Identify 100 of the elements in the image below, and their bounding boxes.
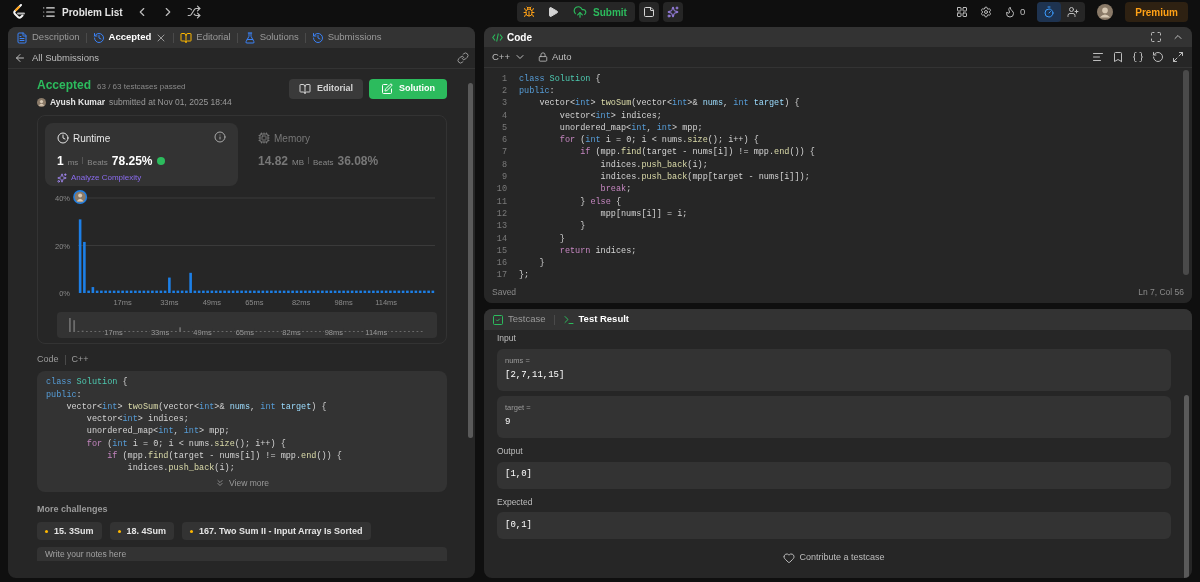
chart-bar[interactable] xyxy=(117,290,120,293)
chart-bar[interactable] xyxy=(325,290,328,293)
panel-tab[interactable]: Submissions xyxy=(311,30,382,45)
shuffle-icon[interactable] xyxy=(186,5,201,19)
info-icon[interactable] xyxy=(214,130,226,143)
chart-bar[interactable] xyxy=(372,290,375,293)
chart-bar[interactable] xyxy=(176,290,180,293)
settings-icon[interactable] xyxy=(979,6,992,18)
chart-bar[interactable] xyxy=(189,272,192,293)
chart-bar[interactable] xyxy=(202,290,205,293)
panel-tab[interactable]: Test Result xyxy=(562,312,629,327)
panel-tab[interactable]: Solutions xyxy=(243,30,299,45)
chart-bar[interactable] xyxy=(423,290,426,293)
chart-bar[interactable] xyxy=(414,290,418,293)
fullscreen-icon[interactable] xyxy=(1150,31,1162,44)
chart-bar[interactable] xyxy=(406,290,409,293)
chart-bar[interactable] xyxy=(87,290,90,293)
chart-bar[interactable] xyxy=(100,290,103,293)
chart-bar[interactable] xyxy=(282,290,286,293)
scrollbar-thumb[interactable] xyxy=(1184,395,1189,578)
braces-icon[interactable] xyxy=(1132,51,1144,63)
chart-bar[interactable] xyxy=(346,290,350,293)
ai-button[interactable] xyxy=(662,2,683,22)
chart-bar[interactable] xyxy=(287,290,290,293)
chart-bar[interactable] xyxy=(104,290,107,293)
expand-icon[interactable] xyxy=(1172,51,1184,63)
chart-bar[interactable] xyxy=(244,290,248,293)
reset-icon[interactable] xyxy=(1152,51,1164,63)
editorial-button[interactable]: Editorial xyxy=(289,79,363,99)
chart-bar[interactable] xyxy=(236,290,239,293)
format-icon[interactable] xyxy=(1092,51,1104,63)
chart-bar[interactable] xyxy=(180,290,184,293)
link-icon[interactable] xyxy=(457,52,469,64)
chart-bar[interactable] xyxy=(121,290,124,293)
chart-bar[interactable] xyxy=(206,290,209,293)
memory-card[interactable]: Memory 14.82 MB Beats 36.08% xyxy=(246,122,439,186)
chart-bar[interactable] xyxy=(108,290,112,293)
layout-icon[interactable] xyxy=(955,6,968,18)
chart-bar[interactable] xyxy=(342,290,345,293)
chart-bar[interactable] xyxy=(151,290,154,293)
chart-bar[interactable] xyxy=(410,290,413,293)
chart-bar[interactable] xyxy=(389,290,392,293)
panel-tab[interactable]: Description xyxy=(16,30,80,45)
chart-bar[interactable] xyxy=(112,290,116,293)
chart-bar[interactable] xyxy=(291,290,294,293)
chart-bar[interactable] xyxy=(270,290,273,293)
chart-bar[interactable] xyxy=(91,286,95,293)
chart-bar[interactable] xyxy=(125,290,129,293)
chart-bar[interactable] xyxy=(253,290,256,293)
panel-tab[interactable]: Accepted xyxy=(92,30,168,45)
chart-bar[interactable] xyxy=(248,290,252,293)
chart-bar[interactable] xyxy=(210,290,214,293)
runtime-card[interactable]: Runtime 1 ms Beats 78.25% Analyze Complexity xyxy=(45,122,238,186)
chart-bar[interactable] xyxy=(197,290,201,293)
chart-bar[interactable] xyxy=(384,290,388,293)
chart-bar[interactable] xyxy=(274,290,277,293)
author-name[interactable]: Ayush Kumar xyxy=(50,96,105,109)
panel-tab[interactable]: Testcase xyxy=(492,312,546,327)
chart-bar[interactable] xyxy=(304,290,307,293)
notes-field[interactable]: Write your notes here xyxy=(37,547,447,562)
chart-bar[interactable] xyxy=(155,290,158,293)
code-tab[interactable]: Code xyxy=(492,29,532,45)
chart-bar[interactable] xyxy=(172,290,175,293)
chart-bar[interactable] xyxy=(138,290,141,293)
chart-bar[interactable] xyxy=(261,290,265,293)
chart-bar[interactable] xyxy=(227,290,231,293)
chart-bar[interactable] xyxy=(257,290,260,293)
problem-list-link[interactable]: Problem List xyxy=(42,4,123,20)
chart-bar[interactable] xyxy=(185,290,188,293)
note-button[interactable] xyxy=(638,2,659,22)
chart-bar[interactable] xyxy=(355,290,358,293)
chart-bar[interactable] xyxy=(350,290,354,293)
language-selector[interactable]: C++ xyxy=(492,49,526,65)
chart-bar[interactable] xyxy=(363,290,367,293)
chart-bar[interactable] xyxy=(219,290,222,293)
timer-button[interactable] xyxy=(1037,2,1062,22)
chart-bar[interactable] xyxy=(308,290,311,293)
chart-bar[interactable] xyxy=(380,290,384,293)
chart-bar[interactable] xyxy=(223,290,226,293)
view-more-button[interactable]: View more xyxy=(215,476,269,489)
chart-bar[interactable] xyxy=(240,290,243,293)
chart-bar[interactable] xyxy=(193,290,197,293)
chart-bar[interactable] xyxy=(316,290,320,293)
chart-bar[interactable] xyxy=(431,290,435,293)
chart-bar[interactable] xyxy=(163,290,167,293)
chart-bar[interactable] xyxy=(265,290,269,293)
streak-counter[interactable]: 0 xyxy=(1003,4,1026,20)
challenge-chip[interactable]: 15. 3Sum xyxy=(37,522,102,541)
chart-bar[interactable] xyxy=(295,290,299,293)
chart-bar[interactable] xyxy=(146,290,150,293)
chart-bar[interactable] xyxy=(401,290,405,293)
premium-button[interactable]: Premium xyxy=(1125,2,1188,22)
chart-bar[interactable] xyxy=(418,290,422,293)
chart-bar[interactable] xyxy=(231,290,235,293)
chart-bar[interactable] xyxy=(214,290,218,293)
chart-bar[interactable] xyxy=(427,290,430,293)
chart-bar[interactable] xyxy=(397,290,401,293)
chart-bar[interactable] xyxy=(376,290,379,293)
chart-bar[interactable] xyxy=(359,290,362,293)
chart-bar[interactable] xyxy=(168,277,171,293)
